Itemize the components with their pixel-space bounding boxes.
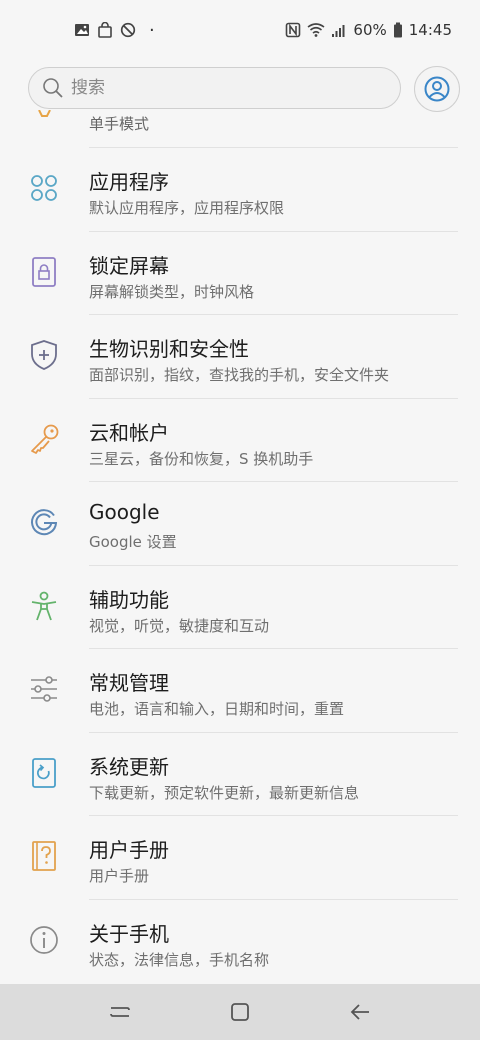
list-item-software-update[interactable]: 系统更新 下载更新，预定软件更新，最新更新信息 xyxy=(0,733,480,816)
search-input[interactable] xyxy=(71,78,371,98)
search-bar[interactable] xyxy=(28,67,401,109)
list-item-lock-screen[interactable]: 锁定屏幕 屏幕解锁类型，时钟风格 xyxy=(0,232,480,315)
shield-icon xyxy=(31,340,57,370)
list-item-title: 辅助功能 xyxy=(89,587,169,612)
nfc-icon xyxy=(286,22,301,38)
gallery-notification-icon xyxy=(75,24,89,36)
list-item-one-handed-mode[interactable]: 单手模式 xyxy=(0,110,480,148)
list-item-accessibility[interactable]: 辅助功能 视觉，听觉，敏捷度和互动 xyxy=(0,566,480,649)
list-item-title: 用户手册 xyxy=(89,838,169,862)
navigation-bar xyxy=(0,984,480,1040)
sliders-icon xyxy=(31,676,57,702)
status-bar: · 60% 14:45 xyxy=(0,0,480,60)
status-right: 60% 14:45 xyxy=(285,21,452,39)
list-item-title: 锁定屏幕 xyxy=(89,253,169,278)
list-item-general-management[interactable]: 常规管理 电池，语言和输入，日期和时间，重置 xyxy=(0,649,480,733)
google-icon xyxy=(31,509,58,536)
one-handed-mode-icon xyxy=(38,110,51,117)
list-item-title: 系统更新 xyxy=(89,754,169,779)
list-item-about-phone[interactable]: 关于手机 状态，法律信息，手机名称 xyxy=(0,900,480,984)
recent-apps-button[interactable] xyxy=(106,998,134,1026)
list-item-subtitle: 视觉，听觉，敏捷度和互动 xyxy=(89,616,270,635)
list-item-google[interactable]: Google Google 设置 xyxy=(0,482,480,566)
list-item-subtitle: 电池，语言和输入，日期和时间，重置 xyxy=(89,700,345,718)
list-item-subtitle: 屏幕解锁类型，时钟风格 xyxy=(89,282,255,301)
home-button[interactable] xyxy=(226,998,254,1026)
list-item-title: Google xyxy=(89,500,160,524)
search-icon xyxy=(43,78,63,98)
list-item-subtitle: 单手模式 xyxy=(89,115,150,133)
wifi-icon xyxy=(307,23,325,37)
accessibility-icon xyxy=(31,591,57,620)
list-item-subtitle: 下载更新，预定软件更新，最新更新信息 xyxy=(89,783,360,802)
status-left: · xyxy=(74,20,155,41)
list-item-subtitle: 三星云，备份和恢复，S 换机助手 xyxy=(89,449,314,468)
list-item-subtitle: 状态，法律信息，手机名称 xyxy=(89,950,270,969)
account-icon xyxy=(424,76,450,102)
list-item-biometrics-security[interactable]: 生物识别和安全性 面部识别，指纹，查找我的手机，安全文件夹 xyxy=(0,315,480,399)
user-manual-icon xyxy=(32,841,56,871)
signal-icon xyxy=(332,25,345,37)
settings-list[interactable]: 单手模式 应用程序 默认应用程序，应用程序权限 锁定屏幕 屏幕解锁类型，时钟风格… xyxy=(0,110,480,984)
blocked-notification-icon xyxy=(120,22,136,38)
clock: 14:45 xyxy=(408,21,452,39)
list-item-title: 应用程序 xyxy=(89,170,169,194)
battery-icon xyxy=(393,22,402,38)
list-item-title: 关于手机 xyxy=(89,921,169,946)
list-item-subtitle: Google 设置 xyxy=(89,533,177,551)
back-button[interactable] xyxy=(346,998,374,1026)
system-update-icon xyxy=(32,757,56,788)
key-icon xyxy=(31,424,59,454)
list-item-user-manual[interactable]: 用户手册 用户手册 xyxy=(0,816,480,900)
apps-icon xyxy=(31,175,57,201)
list-item-title: 生物识别和安全性 xyxy=(89,337,249,361)
profile-button[interactable] xyxy=(414,66,460,112)
list-item-title: 云和帐户 xyxy=(89,420,169,445)
home-icon xyxy=(231,1003,249,1021)
list-item-apps[interactable]: 应用程序 默认应用程序，应用程序权限 xyxy=(0,148,480,232)
list-item-title: 常规管理 xyxy=(89,671,169,695)
more-notifications-dot: · xyxy=(149,19,155,41)
list-item-cloud-accounts[interactable]: 云和帐户 三星云，备份和恢复，S 换机助手 xyxy=(0,399,480,482)
list-item-subtitle: 默认应用程序，应用程序权限 xyxy=(89,199,285,217)
list-item-subtitle: 用户手册 xyxy=(89,867,150,885)
lock-screen-icon xyxy=(32,256,56,287)
shopping-bag-notification-icon xyxy=(98,22,112,38)
recent-apps-icon xyxy=(110,1007,130,1017)
list-item-subtitle: 面部识别，指纹，查找我的手机，安全文件夹 xyxy=(89,366,390,384)
battery-percent: 60% xyxy=(353,21,387,39)
info-icon xyxy=(30,925,58,954)
back-icon xyxy=(350,1004,369,1020)
